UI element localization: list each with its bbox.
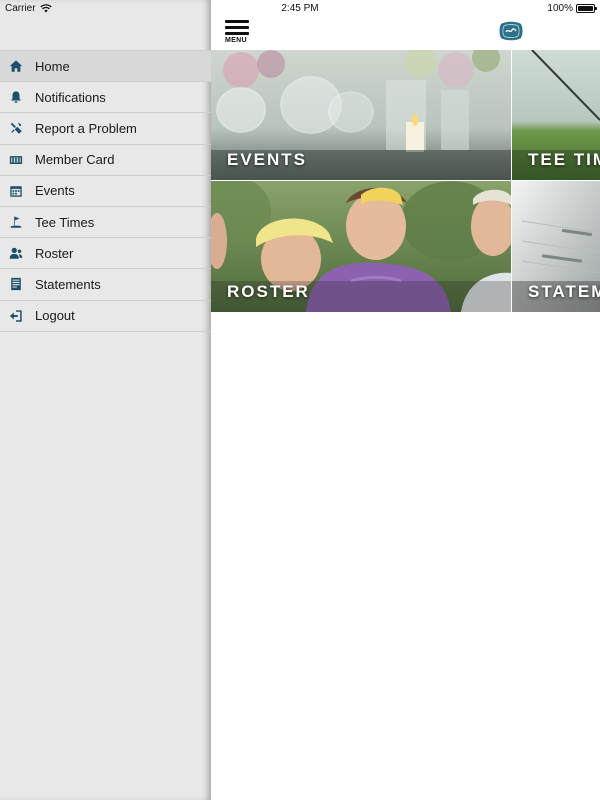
- bell-icon: [8, 89, 24, 105]
- roster-tile[interactable]: ROSTER: [211, 181, 511, 312]
- club-crest-logo: [499, 21, 523, 41]
- battery-percent: 100%: [547, 3, 573, 14]
- side-menu: Home Notifications Report a Problem Memb…: [0, 0, 211, 800]
- sidebar-item-label: Member Card: [35, 152, 115, 168]
- events-tile-label: EVENTS: [227, 150, 308, 169]
- hamburger-icon: [225, 20, 249, 23]
- sidebar-item-roster[interactable]: Roster: [0, 238, 211, 270]
- battery-icon: [576, 4, 597, 13]
- home-icon: [8, 58, 24, 74]
- roster-tile-label: ROSTER: [227, 282, 310, 301]
- side-menu-list: Home Notifications Report a Problem Memb…: [0, 50, 211, 332]
- menu-button[interactable]: MENU: [225, 20, 251, 44]
- sidebar-item-statements[interactable]: Statements: [0, 269, 211, 301]
- statements-tile-label: STATEM: [528, 282, 600, 301]
- people-icon: [8, 245, 24, 261]
- logout-icon: [8, 308, 24, 324]
- sidebar-item-label: Statements: [35, 276, 101, 292]
- calendar-icon: [8, 183, 24, 199]
- sidebar-item-tee-times[interactable]: Tee Times: [0, 207, 211, 239]
- status-bar: Carrier 2:45 PM 100%: [0, 0, 600, 16]
- tools-icon: [8, 120, 24, 136]
- sidebar-item-label: Roster: [35, 245, 74, 261]
- sidebar-item-report-a-problem[interactable]: Report a Problem: [0, 113, 211, 145]
- sidebar-item-label: Logout: [35, 308, 75, 324]
- sidebar-item-label: Home: [35, 58, 70, 74]
- top-bar: MENU: [211, 16, 600, 49]
- hamburger-icon-bar: [225, 32, 249, 35]
- sidebar-item-logout[interactable]: Logout: [0, 301, 211, 332]
- tee-times-tile-label: TEE TIM: [528, 150, 600, 169]
- sidebar-item-label: Tee Times: [35, 214, 95, 230]
- hamburger-icon-bar: [225, 26, 249, 29]
- menu-label: MENU: [225, 37, 247, 44]
- sidebar-item-label: Events: [35, 183, 75, 199]
- sidebar-item-notifications[interactable]: Notifications: [0, 82, 211, 114]
- events-tile[interactable]: EVENTS: [211, 50, 511, 180]
- sidebar-item-label: Notifications: [35, 89, 106, 105]
- sidebar-item-label: Report a Problem: [35, 120, 137, 136]
- golf-flag-icon: [8, 214, 24, 230]
- sidebar-item-events[interactable]: Events: [0, 176, 211, 207]
- tee-times-tile[interactable]: TEE TIM: [512, 50, 600, 180]
- document-icon: [8, 276, 24, 292]
- main-content: MENU EVENTS TEE TI ROSTER STATEM: [211, 0, 600, 800]
- clock: 2:45 PM: [281, 3, 319, 14]
- sidebar-item-member-card[interactable]: Member Card: [0, 145, 211, 176]
- sidebar-item-home[interactable]: Home: [0, 51, 211, 83]
- feature-tiles: EVENTS TEE TIM: [211, 50, 600, 312]
- statements-tile[interactable]: STATEM: [512, 181, 600, 312]
- battery-status: 100%: [547, 3, 597, 14]
- card-icon: [8, 152, 24, 168]
